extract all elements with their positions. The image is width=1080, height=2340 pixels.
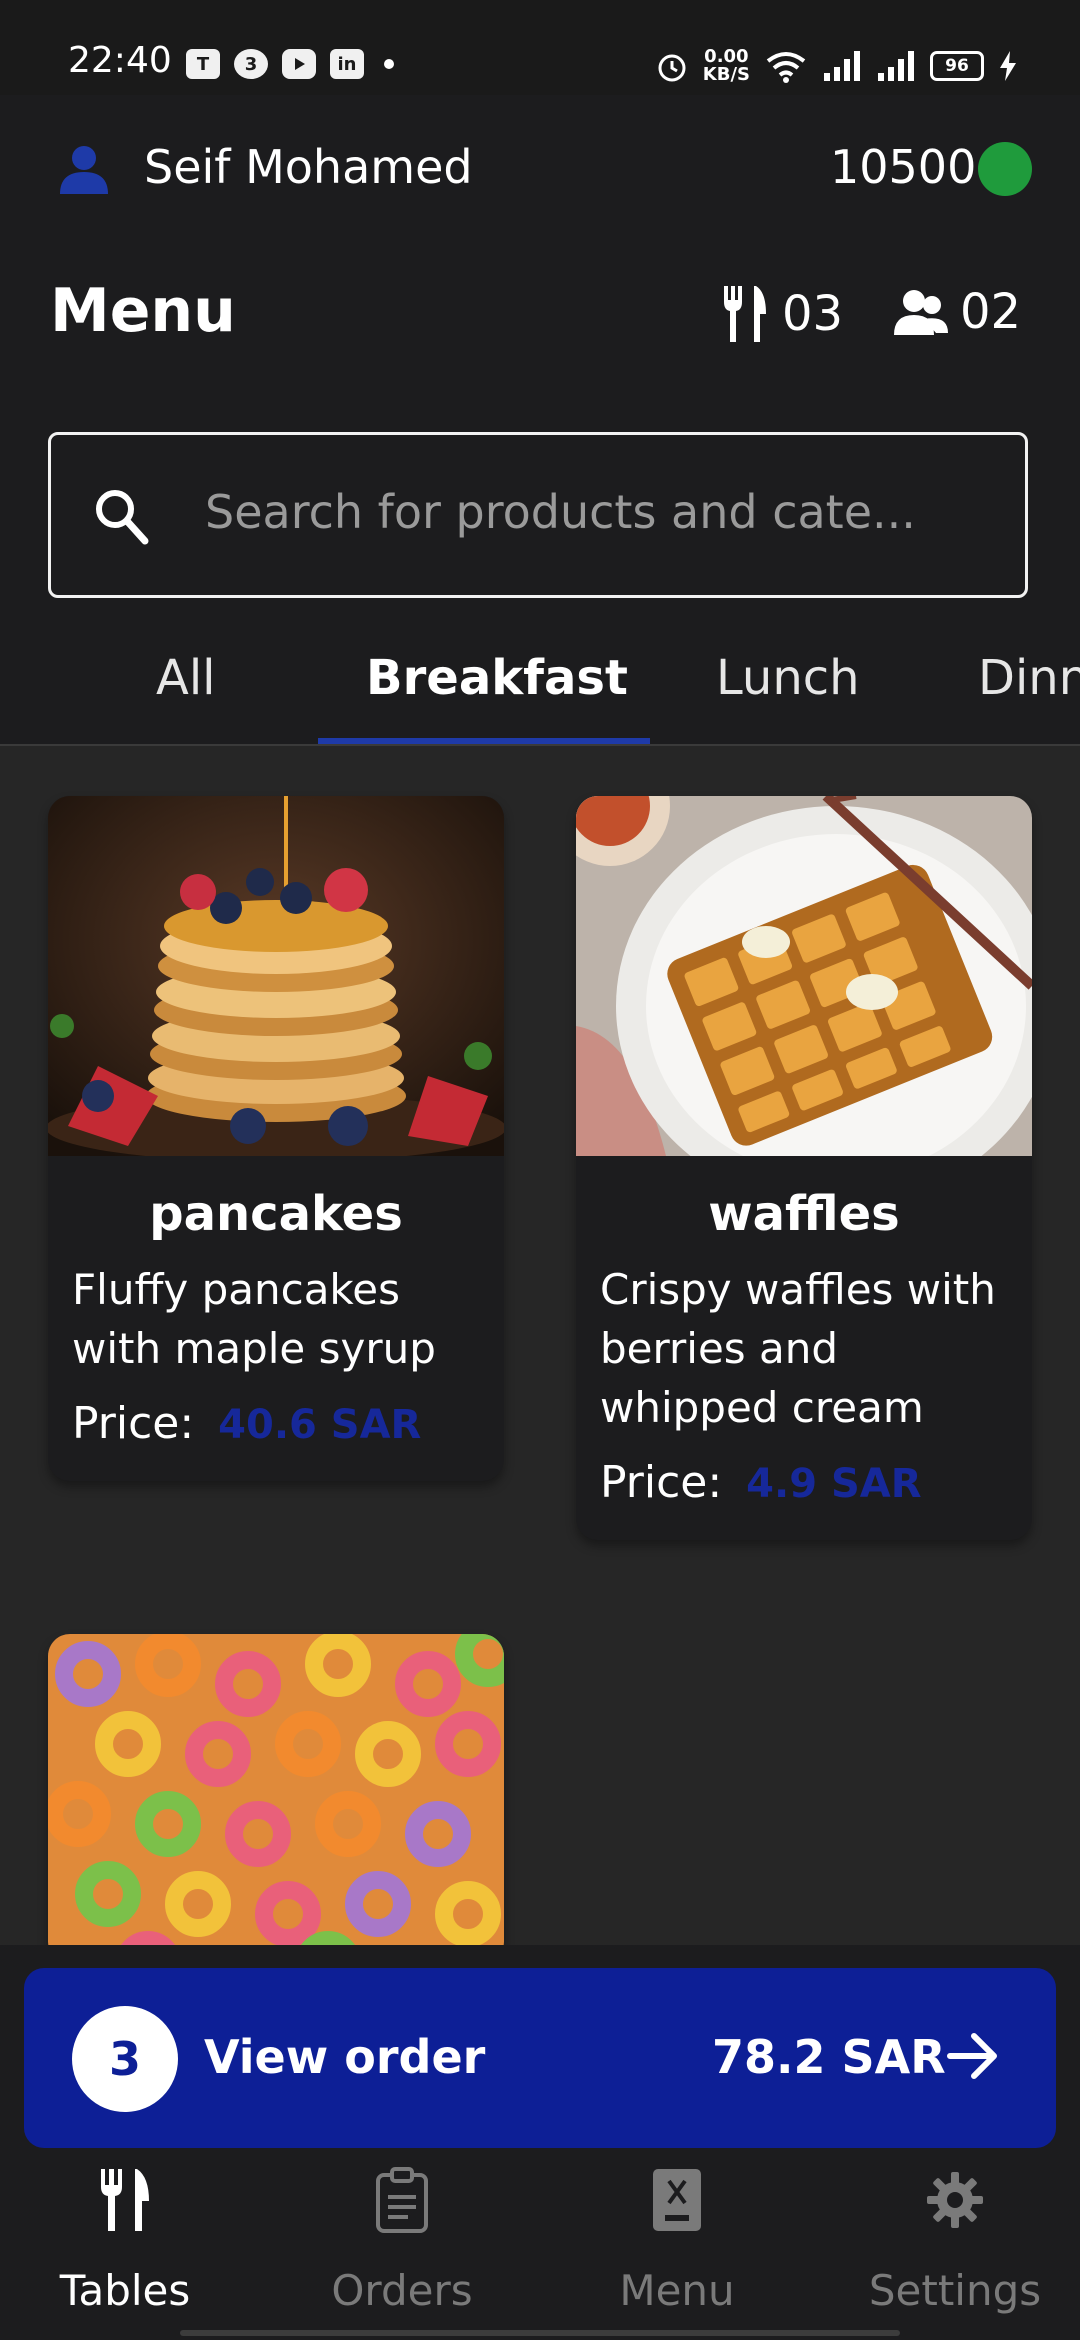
page-title: Menu: [50, 276, 236, 346]
cutlery-icon: [724, 286, 766, 342]
nav-tables[interactable]: Tables: [0, 2160, 250, 2315]
tab-dinner[interactable]: Dinn: [978, 650, 1080, 706]
charging-icon: [1000, 51, 1016, 81]
header-divider: [0, 744, 1080, 746]
nav-menu[interactable]: Menu: [552, 2160, 802, 2315]
price-value: 40.6 SAR: [218, 1402, 422, 1448]
tab-all[interactable]: All: [156, 650, 216, 706]
clipboard-icon: [376, 2167, 428, 2233]
notification-icons: T 3 in: [186, 44, 394, 84]
alarm-icon: [658, 54, 686, 82]
product-card-pancakes[interactable]: pancakes Fluffy pancakes with maple syru…: [48, 796, 504, 1481]
guests-count: 02: [960, 284, 1022, 340]
more-notifications-icon: [384, 59, 394, 69]
price-label: Price:: [600, 1457, 723, 1508]
cereal-photo: [48, 1634, 504, 1964]
365-icon: 3: [234, 49, 268, 79]
pancakes-photo: [48, 796, 504, 1156]
balance: 10500: [830, 140, 977, 194]
search-input[interactable]: Search for products and cate...: [48, 432, 1028, 598]
tables-count: 03: [782, 286, 844, 342]
nav-settings[interactable]: Settings: [830, 2160, 1080, 2315]
net-speed: 0.00 KB/S: [703, 48, 750, 84]
price-label: Price:: [72, 1398, 195, 1449]
battery-icon: 96: [930, 51, 984, 81]
wifi-icon: [766, 52, 806, 83]
signal-2-icon: [878, 51, 914, 81]
gesture-bar: [180, 2330, 900, 2336]
guests-icon: [894, 290, 948, 335]
nav-label: Menu: [619, 2266, 735, 2315]
tab-breakfast[interactable]: Breakfast: [366, 650, 628, 706]
price-value: 4.9 SAR: [746, 1461, 922, 1507]
product-card-waffles[interactable]: waffles Crispy waffles with berries and …: [576, 796, 1032, 1540]
price-row: Price: 40.6 SAR: [72, 1398, 480, 1449]
nav-label: Orders: [331, 2266, 473, 2315]
battery-level: 96: [945, 56, 969, 76]
signal-icon: [824, 51, 860, 81]
youtube-icon: [282, 49, 316, 79]
waffles-photo: [576, 796, 1032, 1156]
status-time: 22:40: [68, 40, 172, 81]
linkedin-icon: in: [330, 49, 364, 79]
order-total: 78.2 SAR: [712, 2030, 946, 2084]
search-placeholder: Search for products and cate...: [205, 485, 916, 539]
view-order-label: View order: [204, 2030, 486, 2084]
teams-icon: T: [186, 49, 220, 79]
category-tabs: All Breakfast Lunch Dinn: [0, 620, 1080, 744]
product-card-cereal[interactable]: [48, 1634, 504, 1964]
order-item-count: 3: [72, 2006, 178, 2112]
product-description: Fluffy pancakes with maple syrup: [72, 1265, 436, 1373]
view-order-button[interactable]: 3 View order 78.2 SAR: [24, 1968, 1056, 2148]
cutlery-icon: [101, 2169, 149, 2231]
product-name: pancakes: [149, 1186, 403, 1242]
status-indicator: [978, 142, 1032, 196]
price-row: Price: 4.9 SAR: [600, 1457, 1008, 1508]
user-icon: [60, 146, 108, 194]
guests-counter: 02: [894, 284, 1021, 340]
nav-orders[interactable]: Orders: [277, 2160, 527, 2315]
arrow-right-icon: [947, 2033, 997, 2079]
search-icon: [96, 490, 149, 545]
net-speed-unit: KB/S: [702, 64, 750, 85]
product-description: Crispy waffles with berries and whipped …: [600, 1265, 996, 1432]
product-name: waffles: [708, 1186, 900, 1242]
tables-counter: 03: [720, 284, 843, 344]
tab-lunch[interactable]: Lunch: [716, 650, 860, 706]
menu-book-icon: [653, 2169, 701, 2231]
user-name: Seif Mohamed: [144, 140, 473, 194]
nav-label: Settings: [868, 2266, 1042, 2315]
nav-label: Tables: [59, 2266, 191, 2315]
gear-icon: [927, 2172, 983, 2228]
system-icons: 0.00 KB/S 96: [655, 44, 1018, 88]
